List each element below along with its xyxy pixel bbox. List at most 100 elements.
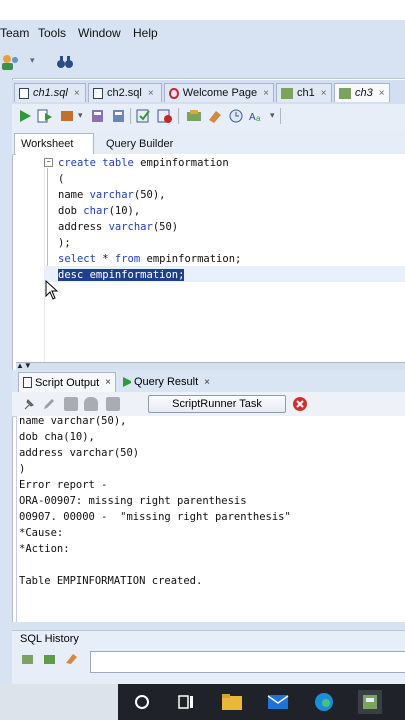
tab-ch1[interactable]: ch1 × xyxy=(276,83,332,102)
clear-history-icon[interactable] xyxy=(64,651,80,665)
output-line: address varchar(50) xyxy=(19,447,140,459)
code-line-3: name varchar(50), xyxy=(58,189,166,201)
sql-connection-icon xyxy=(339,87,351,99)
menu-window[interactable]: Window xyxy=(78,26,121,40)
output-line: name varchar(50), xyxy=(19,416,127,427)
menu-help[interactable]: Help xyxy=(133,26,158,40)
main-toolbar: ▾ xyxy=(0,46,405,79)
sql-developer-app-icon[interactable] xyxy=(358,690,382,714)
separator xyxy=(178,108,179,124)
tab-worksheet[interactable]: Worksheet xyxy=(14,133,94,154)
code-line-4: dob char(10), xyxy=(58,205,141,217)
output-line: ) xyxy=(19,463,26,475)
menu-bar: Team Tools Window Help xyxy=(0,20,405,46)
code-line-8-selected: desc empinformation; xyxy=(58,267,185,283)
close-icon[interactable]: × xyxy=(105,377,111,388)
save-icon[interactable] xyxy=(64,397,78,411)
close-icon[interactable]: × xyxy=(379,88,385,99)
close-icon[interactable]: × xyxy=(74,88,80,99)
sql-tuning-icon[interactable] xyxy=(186,109,202,123)
dropdown-arrow-icon[interactable]: ▾ xyxy=(30,55,35,66)
edge-browser-icon[interactable] xyxy=(312,690,336,714)
worksheet-subtabs: Worksheet Query Builder xyxy=(12,130,405,155)
append-history-icon[interactable] xyxy=(20,651,36,665)
sql-file-icon xyxy=(93,87,103,99)
fold-guide xyxy=(47,168,48,272)
fold-collapse-icon[interactable]: − xyxy=(44,158,53,167)
output-tab-bar: Script Output × Query Result × xyxy=(12,370,405,393)
search-circle-icon[interactable] xyxy=(130,690,154,714)
clear-pencil-icon[interactable] xyxy=(42,397,56,411)
selected-text: desc empinformation; xyxy=(58,269,185,281)
svg-text:a: a xyxy=(256,114,261,123)
code-line-2: ( xyxy=(58,173,65,185)
code-line-1: create table empinformation xyxy=(58,157,229,169)
tab-ch2-sql[interactable]: ch2.sql × xyxy=(88,83,162,102)
script-output-pane[interactable]: name varchar(50), dob cha(10), address v… xyxy=(16,416,405,622)
run-statement-icon[interactable] xyxy=(18,109,32,123)
tab-label: ch3 xyxy=(355,87,373,99)
tab-ch3[interactable]: ch3 × xyxy=(334,83,390,102)
close-icon[interactable]: × xyxy=(321,88,327,99)
close-icon[interactable]: × xyxy=(204,377,210,388)
history-filter-input[interactable] xyxy=(90,651,405,673)
dropdown-arrow-icon[interactable]: ▾ xyxy=(78,110,83,121)
users-icon[interactable] xyxy=(0,52,24,72)
editor-gutter: − xyxy=(16,154,53,362)
tab-ch1-sql[interactable]: ch1.sql × xyxy=(14,83,86,102)
dropdown-arrow-icon[interactable]: ▾ xyxy=(270,110,275,121)
close-icon[interactable]: × xyxy=(148,88,154,99)
sql-file-icon xyxy=(19,87,29,99)
tab-label: Script Output xyxy=(34,376,100,389)
play-icon xyxy=(123,377,131,387)
code-line-6: ); xyxy=(58,237,71,249)
commit-icon[interactable] xyxy=(90,109,106,123)
output-line: Table EMPINFORMATION created. xyxy=(19,575,203,587)
tab-welcome-page[interactable]: Welcome Page × xyxy=(164,83,274,102)
run-script-icon[interactable] xyxy=(37,109,53,123)
code-line-5: address varchar(50) xyxy=(58,221,179,233)
close-icon[interactable]: × xyxy=(263,88,269,99)
file-explorer-icon[interactable] xyxy=(220,690,244,714)
separator xyxy=(130,108,131,124)
print-icon[interactable] xyxy=(84,397,98,411)
binoculars-icon[interactable] xyxy=(56,53,74,71)
unshared-sql-icon[interactable] xyxy=(136,109,152,123)
history-clock-icon[interactable] xyxy=(228,109,244,123)
clear-eraser-icon[interactable] xyxy=(207,109,223,123)
code-line-7: select * from empinformation; xyxy=(58,253,242,265)
tab-script-output[interactable]: Script Output × xyxy=(18,372,116,392)
autotrace-icon[interactable] xyxy=(60,109,76,123)
output-line: ORA-00907: missing right parenthesis xyxy=(19,495,247,507)
menu-team[interactable]: Team xyxy=(0,26,29,40)
scriptrunner-task-button[interactable]: ScriptRunner Task xyxy=(148,395,286,413)
cancel-task-icon[interactable] xyxy=(292,396,308,412)
mail-icon[interactable] xyxy=(266,690,290,714)
tab-query-result[interactable]: Query Result × xyxy=(118,372,214,392)
tab-label: Query Result xyxy=(133,376,199,388)
output-line: *Action: xyxy=(19,543,70,555)
output-line: Error report - xyxy=(19,479,108,491)
output-toolbar: ScriptRunner Task xyxy=(12,392,405,417)
task-view-icon[interactable] xyxy=(174,690,198,714)
output-line: 00907. 00000 - "missing right parenthesi… xyxy=(19,511,291,523)
worksheet-toolbar: ▾ Aa ▾ xyxy=(12,104,405,131)
sql-history-title: SQL History xyxy=(20,633,79,645)
format-case-icon[interactable]: Aa xyxy=(249,109,265,123)
oracle-logo-icon xyxy=(169,87,179,99)
tab-label: ch1 xyxy=(297,87,315,99)
cancel-task-icon[interactable] xyxy=(157,109,173,123)
sql-history-panel: SQL History xyxy=(12,630,405,685)
svg-text:A: A xyxy=(249,112,256,123)
output-line: *Cause: xyxy=(19,527,64,539)
pin-icon[interactable] xyxy=(22,397,36,411)
open-file-icon[interactable] xyxy=(106,397,120,411)
tab-query-builder[interactable]: Query Builder xyxy=(100,133,190,154)
tab-label: ch1.sql xyxy=(33,87,68,99)
tab-label: ch2.sql xyxy=(107,87,142,99)
rollback-icon[interactable] xyxy=(111,109,127,123)
mouse-pointer-icon xyxy=(45,280,59,300)
replace-history-icon[interactable] xyxy=(42,651,58,665)
menu-tools[interactable]: Tools xyxy=(38,26,66,40)
collapse-arrows-icon[interactable]: ▲▼ xyxy=(16,361,32,370)
